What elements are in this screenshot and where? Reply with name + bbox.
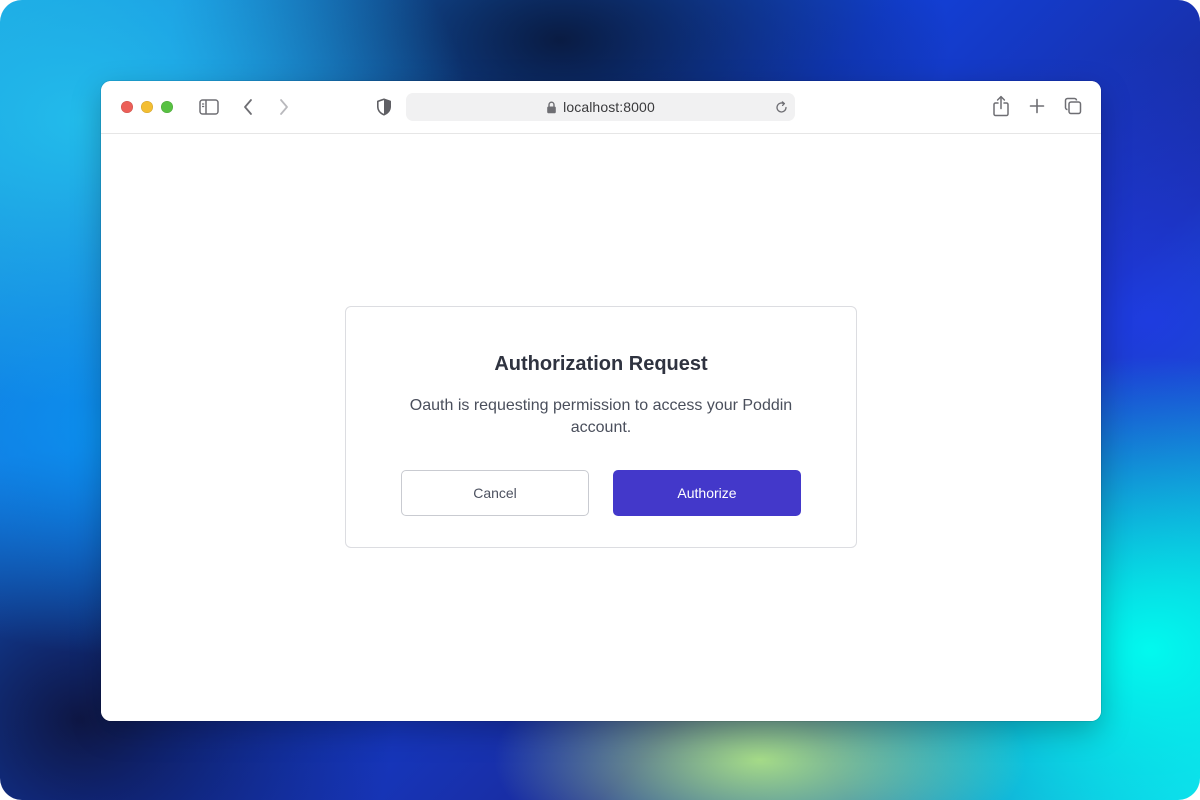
tabs-overview-icon[interactable] xyxy=(1061,94,1085,118)
address-bar[interactable]: localhost:8000 xyxy=(406,93,795,121)
shield-icon[interactable] xyxy=(373,95,395,119)
plus-icon[interactable] xyxy=(1025,94,1049,118)
close-window-button[interactable] xyxy=(121,101,133,113)
dialog-message: Oauth is requesting permission to access… xyxy=(409,397,793,436)
authorize-button[interactable]: Authorize xyxy=(613,470,801,516)
browser-toolbar: localhost:8000 xyxy=(101,81,1101,134)
url-text: localhost:8000 xyxy=(563,99,655,115)
authorization-card: Authorization Request Oauth is requestin… xyxy=(345,306,857,548)
reload-icon[interactable] xyxy=(773,99,789,115)
share-icon[interactable] xyxy=(989,93,1013,119)
browser-window: localhost:8000 Authorization Request Oau… xyxy=(101,81,1101,721)
address-content: localhost:8000 xyxy=(406,93,795,121)
chevron-left-icon[interactable] xyxy=(237,95,259,119)
zoom-window-button[interactable] xyxy=(161,101,173,113)
sidebar-icon[interactable] xyxy=(197,95,221,119)
cancel-button[interactable]: Cancel xyxy=(401,470,589,516)
lock-icon xyxy=(546,100,557,114)
dialog-title: Authorization Request xyxy=(494,353,708,375)
page-content: Authorization Request Oauth is requestin… xyxy=(101,134,1101,721)
chevron-right-icon[interactable] xyxy=(273,95,295,119)
minimize-window-button[interactable] xyxy=(141,101,153,113)
